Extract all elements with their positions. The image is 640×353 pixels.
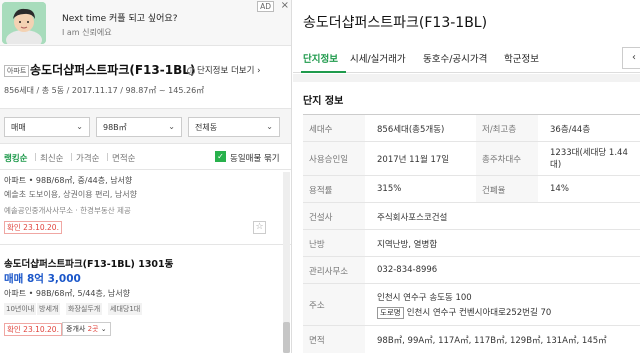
office-label: 관리사무소 (303, 257, 365, 283)
builder-value: 주식회사포스코건설 (377, 213, 448, 223)
floors-label: 저/최고층 (476, 115, 538, 141)
group-listings-checkbox[interactable]: ✓ (215, 151, 226, 162)
ad-subtitle: I am 신뢰에요 (62, 28, 112, 37)
sort-price[interactable]: 가격순 (76, 152, 99, 164)
far-value: 315% (377, 184, 402, 194)
listing-panel: Next time 커플 되고 싶어요? I am 신뢰에요 AD × 아파트 … (0, 0, 292, 353)
complex-info-link[interactable]: i 단지정보 더보기 › (187, 64, 261, 76)
area-label: 면적 (303, 326, 365, 353)
table-row: 관리사무소 032-834-8996 (303, 257, 640, 284)
close-icon[interactable]: × (281, 0, 289, 11)
table-row: 건설사 주식회사포스코건설 (303, 203, 640, 230)
ad-banner[interactable]: Next time 커플 되고 싶어요? I am 신뢰에요 AD × (0, 0, 291, 46)
group-listings-label: 동일매물 묶기 (230, 154, 280, 164)
approval-label: 사용승인일 (303, 142, 365, 175)
area-select[interactable]: 98B㎡ ⌄ (96, 117, 182, 137)
confirm-date: 확인 23.10.20. (4, 323, 62, 336)
complex-info-label: 단지정보 더보기 (197, 66, 255, 76)
table-row: 난방 지역난방, 열병합 (303, 230, 640, 257)
floors-value: 36층/44층 (550, 125, 591, 135)
tab-complex-info[interactable]: 단지정보 (303, 51, 338, 65)
detail-tabs: 단지정보 시세/실거래가 동호수/공시가격 학군정보 ‹ (293, 45, 640, 73)
chevron-right-icon: › (257, 66, 261, 76)
bcr-value: 14% (550, 184, 569, 194)
far-label: 용적률 (303, 176, 365, 202)
favorite-star-icon[interactable]: ☆ (253, 221, 266, 234)
listing-tag: 세대당1대 (108, 303, 143, 315)
road-address-value: 인천시 연수구 컨벤시아대로252번길 70 (406, 308, 552, 318)
listing-type: 아파트 • 98B/68㎡, 중/44층, 남서향 (4, 176, 133, 185)
agent-label: 중개사 (66, 325, 86, 333)
detail-title: 송도더샵퍼스트파크(F13-1BL) (303, 15, 488, 31)
sort-area[interactable]: 면적순 (112, 152, 135, 164)
area-value: 98B㎡ (103, 123, 127, 132)
table-row: 면적 98B㎡, 99A㎡, 117A㎡, 117B㎡, 129B㎡, 131A… (303, 326, 640, 353)
table-row: 세대수 856세대(총5개동) 저/최고층 36층/44층 (303, 115, 640, 142)
households-label: 세대수 (303, 115, 365, 141)
tab-school[interactable]: 학군정보 (504, 51, 539, 65)
trade-type-select[interactable]: 매매 ⌄ (4, 117, 90, 137)
tab-price-trades[interactable]: 시세/실거래가 (350, 51, 406, 65)
listing-tag: 화장실두개 (66, 303, 103, 315)
sort-ranking[interactable]: 랭킹순 (4, 152, 27, 164)
listing-tag: 방세개 (37, 303, 61, 315)
sort-bar: 랭킹순 최신순 가격순 면적순 ✓ 동일매물 묶기 (0, 144, 291, 170)
agent-count: 2곳 (87, 325, 99, 333)
building-value: 전체동 (195, 123, 218, 132)
complex-meta: 856세대 / 총 5동 / 2017.11.17 / 98.87㎡ ~ 145… (4, 86, 205, 95)
building-select[interactable]: 전체동 ⌄ (188, 117, 280, 137)
chevron-down-icon: ⌄ (100, 325, 107, 333)
ad-avatar-illustration (2, 2, 46, 44)
heating-label: 난방 (303, 230, 365, 256)
bcr-label: 건폐율 (476, 176, 538, 202)
road-address: 도로명 인천시 연수구 컨벤시아대로252번길 70 (377, 306, 551, 319)
trade-type-value: 매매 (11, 123, 26, 132)
active-tab-indicator (301, 71, 346, 73)
sort-latest[interactable]: 최신순 (40, 152, 63, 164)
complex-detail-panel: 송도더샵퍼스트파크(F13-1BL) 단지정보 시세/실거래가 동호수/공시가격… (293, 0, 640, 353)
road-address-tag: 도로명 (377, 307, 404, 319)
table-row: 용적률 315% 건폐율 14% (303, 176, 640, 203)
households-value: 856세대(총5개동) (377, 125, 445, 135)
info-icon: i (187, 67, 195, 75)
complex-name: 송도더샵퍼스트파크(F13-1BL) (30, 63, 196, 77)
listing-item[interactable]: 아파트 • 98B/68㎡, 중/44층, 남서향 예솔초 도보이용, 상권이용… (0, 172, 291, 245)
chevron-down-icon: ⌄ (266, 122, 273, 131)
ad-title: Next time 커플 되고 싶어요? (62, 14, 178, 24)
listing-type: 아파트 • 98B/68㎡, 5/44층, 남서향 (4, 289, 131, 298)
filter-bar: 매매 ⌄ 98B㎡ ⌄ 전체동 ⌄ (0, 108, 291, 144)
tab-prev-button[interactable]: ‹ (622, 47, 640, 69)
complex-type-badge: 아파트 (4, 65, 30, 77)
approval-value: 2017년 11월 17일 (377, 155, 450, 165)
listing-description: 예솔초 도보이용, 상권이용 편리, 남서향 (4, 190, 138, 199)
tab-unit-prices[interactable]: 동호수/공시가격 (423, 51, 487, 65)
area-value: 98B㎡, 99A㎡, 117A㎡, 117B㎡, 129B㎡, 131A㎡, … (377, 336, 607, 346)
listing-agent: 예솔공인중개사사무소 · 한경부동산 제공 (4, 206, 131, 215)
chevron-down-icon: ⌄ (76, 122, 83, 131)
listing-title: 송도더샵퍼스트파크(F13-1BL) 1301동 (4, 259, 174, 270)
confirm-date: 확인 23.10.20. (4, 221, 62, 234)
scroll-thumb[interactable] (283, 322, 290, 353)
builder-label: 건설사 (303, 203, 365, 229)
section-title: 단지 정보 (303, 96, 344, 107)
address-value: 인천시 연수구 송도동 100 (377, 293, 472, 303)
section-divider (293, 74, 640, 82)
listing-price: 매매 8억 3,000 (4, 273, 81, 285)
parking-label: 총주차대수 (476, 142, 538, 175)
table-row: 주소 인천시 연수구 송도동 100 도로명 인천시 연수구 컨벤시아대로252번… (303, 284, 640, 326)
chevron-down-icon: ⌄ (168, 122, 175, 131)
listing-scrollbar[interactable] (283, 172, 290, 353)
agent-count-button[interactable]: 중개사 2곳 ⌄ (62, 322, 111, 336)
heating-value: 지역난방, 열병합 (377, 240, 438, 250)
parking-value: 1233대(세대당 1.44대) (550, 148, 628, 170)
address-label: 주소 (303, 284, 365, 325)
table-row: 사용승인일 2017년 11월 17일 총주차대수 1233대(세대당 1.44… (303, 142, 640, 176)
listing-tag: 10년이내 (4, 303, 37, 315)
ad-label: AD (257, 1, 274, 12)
office-value: 032-834-8996 (377, 265, 438, 275)
listing-item[interactable]: 송도더샵퍼스트파크(F13-1BL) 1301동 매매 8억 3,000 아파트… (0, 246, 291, 353)
complex-info-table: 세대수 856세대(총5개동) 저/최고층 36층/44층 사용승인일 2017… (303, 114, 640, 353)
